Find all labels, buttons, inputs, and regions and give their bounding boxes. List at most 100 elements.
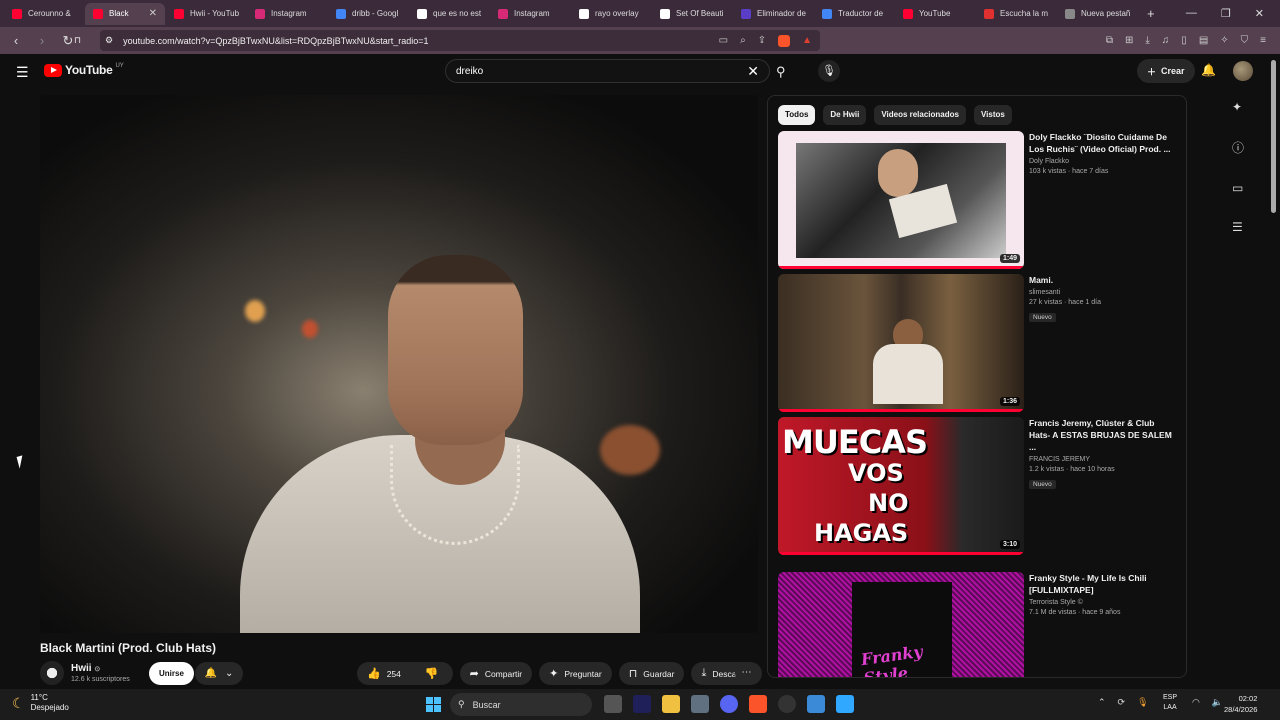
- join-button[interactable]: Unirse: [149, 662, 194, 685]
- clear-search-icon[interactable]: ✕: [747, 63, 759, 80]
- sync-icon[interactable]: ⟳: [1118, 697, 1126, 708]
- playlist-icon[interactable]: ☰: [1232, 220, 1244, 234]
- channel-name[interactable]: Hwii ⊙: [71, 663, 100, 674]
- url-field[interactable]: ⊓ ⚙ youtube.com/watch?v=QpzBjBTwxNU&list…: [74, 30, 820, 51]
- vpn-icon[interactable]: ⛉: [1241, 35, 1249, 46]
- cast-icon[interactable]: ▭: [719, 35, 728, 47]
- music-icon[interactable]: ♫: [1162, 35, 1170, 46]
- video-thumbnail[interactable]: 1:36: [778, 274, 1024, 412]
- rewards-icon[interactable]: ▲: [802, 35, 812, 47]
- brave-shield-icon[interactable]: [778, 34, 791, 47]
- info-icon[interactable]: ⓘ: [1232, 139, 1244, 156]
- notifications-bell-icon[interactable]: 🔔: [1201, 63, 1216, 77]
- video-thumbnail[interactable]: 1:49: [778, 131, 1024, 269]
- save-button[interactable]: ⊓ Guardar: [618, 662, 685, 685]
- site-info-icon[interactable]: ⚙: [105, 35, 113, 46]
- create-button[interactable]: ＋ Crear: [1137, 59, 1195, 83]
- windows-start-icon[interactable]: [426, 697, 441, 712]
- more-actions-icon[interactable]: ⋯: [735, 662, 758, 685]
- video-player[interactable]: [40, 95, 758, 633]
- search-value[interactable]: dreiko: [456, 66, 483, 77]
- wifi-icon[interactable]: ◠: [1192, 697, 1200, 708]
- ask-button[interactable]: ✦ Preguntar: [539, 662, 612, 685]
- item-title[interactable]: Franky Style - My Life Is Chili [FULLMIX…: [1029, 572, 1177, 596]
- chevron-up-icon[interactable]: ⌃: [1098, 697, 1106, 708]
- browser-tab[interactable]: Black ✕: [85, 2, 165, 25]
- channel-avatar[interactable]: [40, 661, 64, 685]
- item-channel[interactable]: Terrorista Style ©: [1029, 599, 1177, 606]
- minimize-icon[interactable]: —: [1186, 7, 1197, 20]
- list-item[interactable]: MUECAS VOS NO HAGAS 3:10 Francis Jeremy,…: [778, 417, 1178, 555]
- translate-icon[interactable]: ⊞: [1125, 35, 1133, 46]
- item-channel[interactable]: FRANCIS JEREMY: [1029, 456, 1177, 463]
- taskbar-search[interactable]: ⚲ Buscar: [450, 693, 592, 716]
- extension-icon[interactable]: ⧉: [1106, 35, 1113, 46]
- clock[interactable]: 02:02 28/4/2026: [1224, 693, 1257, 715]
- browser-tab[interactable]: Traductor de: [814, 3, 894, 25]
- channel-name-text[interactable]: Hwii: [71, 663, 92, 674]
- wallet-icon[interactable]: ▤: [1199, 35, 1208, 46]
- chip-todos[interactable]: Todos: [778, 105, 816, 125]
- hamburger-menu-icon[interactable]: ☰: [16, 64, 29, 81]
- sparkle-icon[interactable]: ✦: [1232, 100, 1244, 114]
- after-effects-icon[interactable]: [633, 695, 651, 713]
- zoom-icon[interactable]: ⌕: [740, 35, 746, 47]
- browser-tab[interactable]: Instagram: [490, 3, 570, 25]
- sidebar-icon[interactable]: ▯: [1181, 35, 1187, 46]
- item-title[interactable]: Doly Flackko ¨Diosito Cuidame De Los Ruc…: [1029, 131, 1177, 155]
- list-item[interactable]: Franky Style Franky Style - My Life Is C…: [778, 572, 1178, 677]
- microphone-tray-icon[interactable]: 🎙: [1137, 697, 1148, 708]
- browser-tab[interactable]: Nueva pestañ: [1057, 3, 1137, 25]
- bookmark-icon[interactable]: ⊓: [74, 35, 81, 46]
- ai-icon[interactable]: ✧: [1220, 35, 1228, 46]
- photoshop-icon[interactable]: [836, 695, 854, 713]
- video-thumbnail[interactable]: Franky Style: [778, 572, 1024, 677]
- volume-icon[interactable]: 🔈: [1212, 697, 1223, 708]
- item-channel[interactable]: slimesanti: [1029, 289, 1177, 296]
- scrollbar[interactable]: [1271, 60, 1276, 213]
- maximize-icon[interactable]: ❐: [1221, 7, 1231, 20]
- close-window-icon[interactable]: ✕: [1255, 7, 1264, 20]
- chatgpt-icon[interactable]: [778, 695, 796, 713]
- browser-tab[interactable]: Eliminador de: [733, 3, 813, 25]
- share-button[interactable]: ➦ Compartir: [459, 662, 533, 685]
- back-icon[interactable]: ‹: [8, 33, 24, 48]
- chat-icon[interactable]: ▭: [1232, 181, 1244, 195]
- video-thumbnail[interactable]: MUECAS VOS NO HAGAS 3:10: [778, 417, 1024, 555]
- menu-icon[interactable]: ≡: [1260, 35, 1266, 46]
- settings-icon[interactable]: [691, 695, 709, 713]
- browser-tab[interactable]: Escucha la m: [976, 3, 1056, 25]
- weather-widget[interactable]: ☾ 11°C Despejado: [12, 693, 69, 713]
- discord-icon[interactable]: [720, 695, 738, 713]
- share-icon[interactable]: ⇪: [758, 35, 766, 47]
- taskbar-search-placeholder[interactable]: Buscar: [473, 700, 501, 710]
- list-item[interactable]: 1:36 Mami. slimesanti 27 k vistas · hace…: [778, 274, 1178, 412]
- tab-close-icon[interactable]: ✕: [149, 8, 157, 19]
- chip-watched[interactable]: Vistos: [973, 105, 1012, 125]
- search-input[interactable]: dreiko ✕: [445, 59, 770, 83]
- browser-tab[interactable]: dribb - Googl: [328, 3, 408, 25]
- browser-tab[interactable]: Cerounno &: [4, 3, 84, 25]
- task-view-icon[interactable]: [604, 695, 622, 713]
- youtube-logo[interactable]: YouTube UY: [44, 63, 124, 77]
- item-channel[interactable]: Doly Flackko: [1029, 158, 1177, 165]
- browser-tab[interactable]: Hwii - YouTub: [166, 3, 246, 25]
- url-text[interactable]: youtube.com/watch?v=QpzBjBTwxNU&list=RDQ…: [123, 36, 709, 46]
- browser-tab[interactable]: rayo overlay: [571, 3, 651, 25]
- item-title[interactable]: Mami.: [1029, 274, 1177, 286]
- browser-tab[interactable]: Set Of Beauti: [652, 3, 732, 25]
- chip-related[interactable]: Videos relacionados: [874, 105, 966, 125]
- file-explorer-icon[interactable]: [662, 695, 680, 713]
- photos-icon[interactable]: [807, 695, 825, 713]
- forward-icon[interactable]: ›: [34, 33, 50, 48]
- microphone-icon[interactable]: 🎙: [818, 60, 840, 82]
- new-tab-button[interactable]: +: [1137, 6, 1165, 21]
- dislike-icon[interactable]: 👎: [425, 667, 439, 680]
- browser-tab[interactable]: YouTube: [895, 3, 975, 25]
- brave-browser-icon[interactable]: [749, 695, 767, 713]
- list-item[interactable]: 1:49 Doly Flackko ¨Diosito Cuidame De Lo…: [778, 131, 1178, 269]
- search-icon[interactable]: ⚲: [776, 64, 786, 80]
- like-button[interactable]: 👍 254 👎: [357, 662, 453, 685]
- item-title[interactable]: Francis Jeremy, Clúster & Club Hats- A E…: [1029, 417, 1177, 453]
- browser-tab[interactable]: Instagram: [247, 3, 327, 25]
